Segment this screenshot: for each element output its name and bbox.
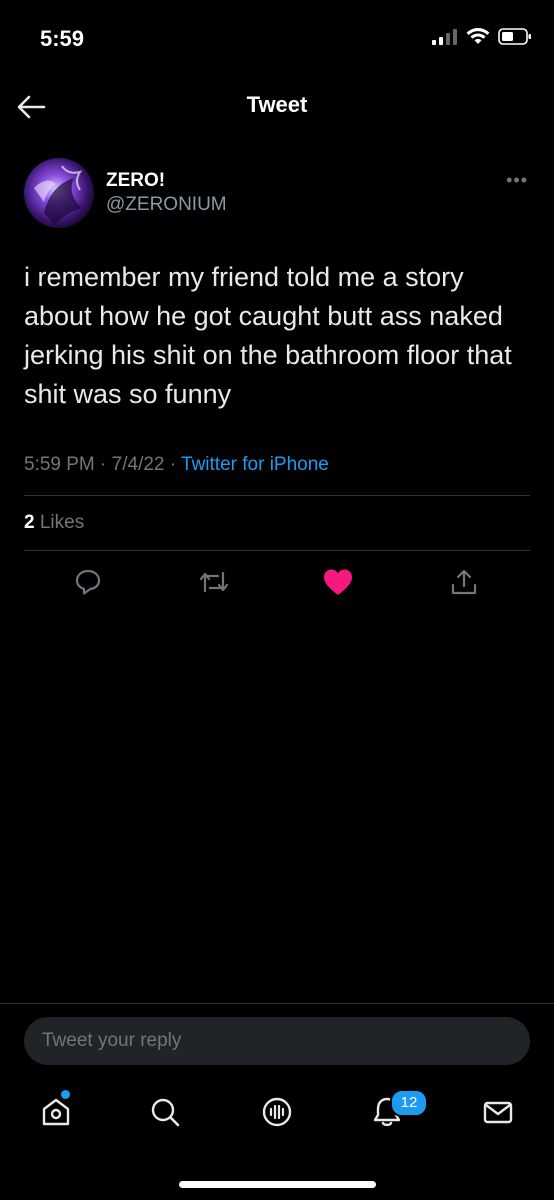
- notifications-count-badge: 12: [390, 1089, 428, 1117]
- author-handle[interactable]: @ZERONIUM: [106, 194, 227, 216]
- reply-icon: [75, 569, 101, 595]
- author-name[interactable]: ZERO!: [106, 170, 165, 192]
- home-indicator[interactable]: [179, 1181, 376, 1188]
- avatar[interactable]: [24, 158, 94, 228]
- tab-spaces[interactable]: [257, 1092, 297, 1132]
- retweet-icon: [199, 571, 229, 593]
- share-icon: [451, 569, 477, 595]
- likes-summary[interactable]: 2 Likes: [24, 512, 84, 534]
- search-icon: [151, 1098, 180, 1127]
- more-options-icon[interactable]: •••: [506, 170, 528, 191]
- tab-messages[interactable]: [478, 1092, 518, 1132]
- tweet-meta: 5:59 PM · 7/4/22 · Twitter for iPhone: [24, 454, 329, 476]
- mail-icon: [483, 1101, 513, 1124]
- reply-button[interactable]: [68, 562, 108, 602]
- tab-home[interactable]: [36, 1092, 76, 1132]
- tab-search[interactable]: [145, 1092, 185, 1132]
- wifi-icon: [466, 28, 490, 44]
- divider: [0, 1003, 554, 1004]
- tweet-actions: [0, 562, 554, 602]
- likes-label: Likes: [39, 512, 85, 533]
- meta-separator: ·: [169, 454, 182, 475]
- share-button[interactable]: [444, 562, 484, 602]
- home-icon: [42, 1098, 70, 1126]
- retweet-button[interactable]: [194, 562, 234, 602]
- tweet-source-link[interactable]: Twitter for iPhone: [181, 454, 329, 475]
- likes-count: 2: [24, 512, 35, 533]
- battery-icon: [498, 28, 531, 45]
- tweet-date: 7/4/22: [111, 454, 165, 475]
- divider: [24, 550, 530, 551]
- home-new-indicator: [61, 1090, 70, 1099]
- tweet-text: i remember my friend told me a story abo…: [24, 262, 512, 409]
- status-time: 5:59: [40, 26, 85, 51]
- divider: [24, 495, 530, 496]
- meta-separator: ·: [100, 454, 112, 475]
- reply-placeholder: Tweet your reply: [42, 1030, 182, 1051]
- heart-filled-icon: [324, 569, 352, 595]
- tweet-time: 5:59 PM: [24, 454, 95, 475]
- like-button[interactable]: [318, 562, 358, 602]
- cellular-signal-icon: [432, 28, 457, 45]
- page-title: Tweet: [246, 92, 308, 117]
- status-icons: [432, 28, 532, 45]
- spaces-icon: [262, 1097, 292, 1127]
